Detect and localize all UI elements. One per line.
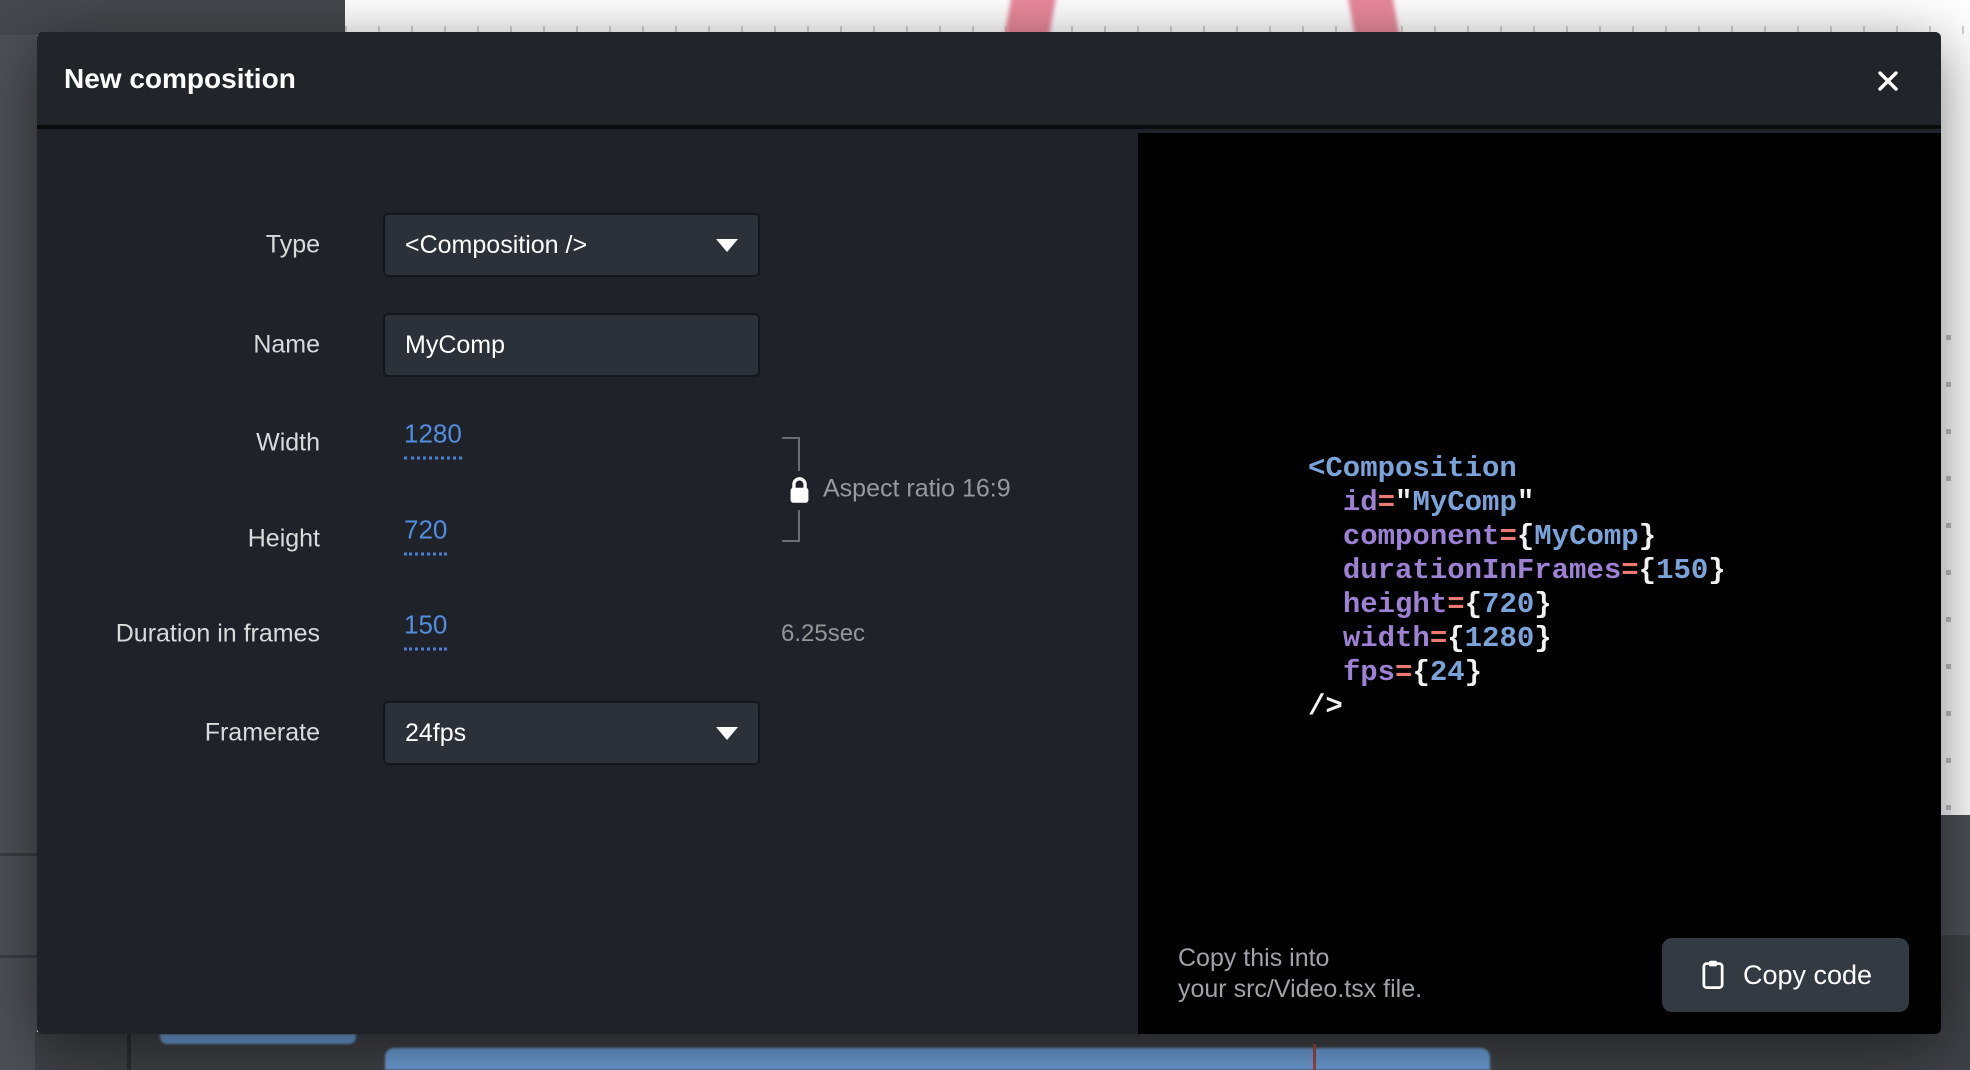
type-label: Type: [37, 231, 320, 260]
height-label: Height: [37, 525, 320, 554]
copy-code-label: Copy code: [1743, 960, 1872, 991]
background-divider: [0, 853, 37, 856]
copy-hint-line2: your src/Video.tsx file.: [1178, 974, 1422, 1005]
background-toolbar: [0, 0, 345, 35]
framerate-label: Framerate: [37, 719, 320, 748]
background-left-panel: [0, 35, 37, 1070]
code-preview-panel: <Composition id="MyComp" component={MyCo…: [1138, 133, 1941, 1034]
duration-value[interactable]: 150: [404, 610, 447, 651]
duration-label: Duration in frames: [37, 620, 320, 649]
close-icon: [1873, 66, 1903, 96]
width-label: Width: [37, 429, 320, 458]
close-button[interactable]: [1870, 63, 1906, 99]
copy-hint-line1: Copy this into: [1178, 943, 1422, 974]
chevron-down-icon: [716, 239, 738, 252]
name-label: Name: [37, 331, 320, 360]
dialog-body: Type <Composition /> Name Width 1280 Hei…: [37, 133, 1941, 1034]
name-input[interactable]: [405, 331, 738, 360]
framerate-select-value: 24fps: [405, 719, 466, 748]
name-field-box: [383, 313, 760, 377]
height-value[interactable]: 720: [404, 515, 447, 556]
code-block: <Composition id="MyComp" component={MyCo…: [1308, 452, 1726, 724]
copy-code-button[interactable]: Copy code: [1662, 938, 1909, 1012]
background-playhead: [1313, 1044, 1316, 1070]
background-timeline-track: [385, 1048, 1490, 1070]
type-select-value: <Composition />: [405, 231, 587, 260]
lock-icon: [785, 471, 814, 510]
dialog-titlebar: New composition: [37, 32, 1941, 129]
background-timeline-divider: [127, 1032, 131, 1070]
new-composition-dialog: New composition Type <Composition /> Nam…: [37, 32, 1941, 1034]
background-right-panel: [1938, 815, 1970, 935]
chevron-down-icon: [716, 727, 738, 740]
copy-hint: Copy this into your src/Video.tsx file.: [1178, 943, 1422, 1005]
aspect-ratio-label: Aspect ratio 16:9: [823, 475, 1011, 504]
width-value[interactable]: 1280: [404, 419, 462, 460]
dialog-title: New composition: [64, 32, 296, 125]
duration-seconds: 6.25sec: [781, 620, 865, 648]
background-timeline-track-small: [160, 1034, 356, 1044]
clipboard-icon: [1699, 959, 1727, 991]
type-select[interactable]: <Composition />: [383, 213, 760, 277]
background-divider: [0, 955, 37, 958]
form-panel: Type <Composition /> Name Width 1280 Hei…: [37, 133, 1138, 1034]
background-ruler-dots: [1946, 335, 1951, 815]
framerate-select[interactable]: 24fps: [383, 701, 760, 765]
